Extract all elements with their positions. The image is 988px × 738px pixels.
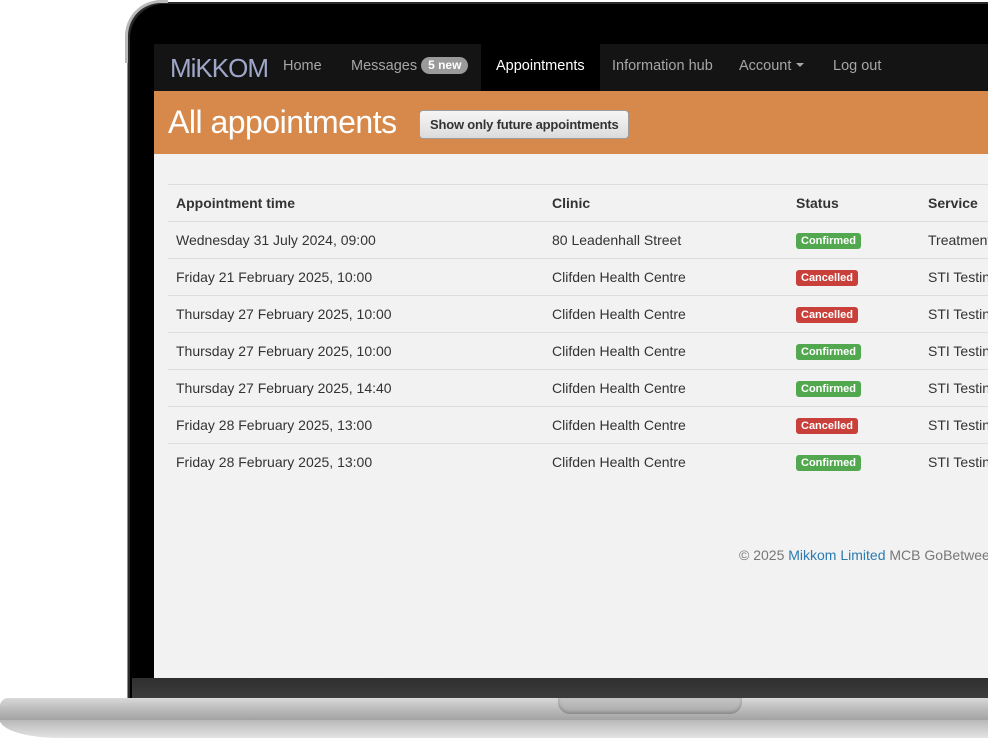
appointment-clinic: Clifden Health Centre [544, 406, 788, 444]
nav-home-label: Home [283, 58, 322, 74]
footer-copyright: © 2025 [739, 547, 785, 563]
appointment-time: Thursday 27 February 2025, 10:00 [168, 332, 544, 370]
status-badge: Cancelled [796, 307, 858, 323]
appointment-clinic: Clifden Health Centre [544, 443, 788, 480]
nav-account-dropdown[interactable]: Account [724, 44, 819, 91]
nav-information-hub[interactable]: Information hub [597, 44, 728, 91]
column-header-time: Appointment time [168, 184, 544, 222]
appointment-time: Friday 21 February 2025, 10:00 [168, 258, 544, 296]
status-badge: Cancelled [796, 418, 858, 434]
nav-appointments[interactable]: Appointments [481, 44, 600, 91]
appointment-status: Cancelled [788, 406, 920, 444]
messages-count-badge: 5 new [421, 57, 469, 74]
nav-account-label: Account [739, 58, 792, 74]
appointment-service: Treatment [920, 221, 988, 259]
table-row[interactable]: Thursday 27 February 2025, 10:00 Clifden… [168, 295, 988, 333]
table-row[interactable]: Thursday 27 February 2025, 10:00 Clifden… [168, 332, 988, 370]
appointment-time: Thursday 27 February 2025, 10:00 [168, 295, 544, 333]
table-row[interactable]: Friday 21 February 2025, 10:00 Clifden H… [168, 258, 988, 296]
nav-logout-label: Log out [833, 58, 882, 74]
appointment-time: Friday 28 February 2025, 13:00 [168, 443, 544, 480]
appointment-clinic: Clifden Health Centre [544, 332, 788, 370]
appointment-status: Confirmed [788, 221, 920, 259]
table-row[interactable]: Friday 28 February 2025, 13:00 Clifden H… [168, 406, 988, 444]
appointment-time: Thursday 27 February 2025, 14:40 [168, 369, 544, 407]
appointment-service: STI Testing [920, 443, 988, 480]
page-footer: © 2025 Mikkom Limited MCB GoBetween [739, 547, 988, 563]
nav-messages-label: Messages [351, 58, 418, 74]
appointment-time: Wednesday 31 July 2024, 09:00 [168, 221, 544, 259]
brand-logo[interactable]: MiKKOM [170, 53, 269, 84]
appointment-time: Friday 28 February 2025, 13:00 [168, 406, 544, 444]
appointment-status: Cancelled [788, 295, 920, 333]
nav-home[interactable]: Home [268, 44, 337, 91]
status-badge: Confirmed [796, 381, 861, 397]
table-row[interactable]: Wednesday 31 July 2024, 09:00 80 Leadenh… [168, 221, 988, 259]
appointment-clinic: Clifden Health Centre [544, 295, 788, 333]
status-badge: Confirmed [796, 344, 861, 360]
appointments-table: Appointment time Clinic Status Service W… [168, 184, 988, 480]
nav-appointments-label: Appointments [496, 58, 585, 74]
column-header-clinic: Clinic [544, 184, 788, 222]
appointment-service: STI Testing [920, 369, 988, 407]
appointment-service: STI Testing [920, 258, 988, 296]
nav-information-hub-label: Information hub [612, 58, 713, 74]
appointment-service: STI Testing [920, 406, 988, 444]
page-header: All appointments Show only future appoin… [154, 91, 988, 154]
appointment-service: STI Testing [920, 332, 988, 370]
table-row[interactable]: Thursday 27 February 2025, 14:40 Clifden… [168, 369, 988, 407]
status-badge: Cancelled [796, 270, 858, 286]
appointment-clinic: Clifden Health Centre [544, 369, 788, 407]
caret-down-icon [796, 63, 805, 67]
table-header-row: Appointment time Clinic Status Service [168, 184, 988, 222]
page-title: All appointments [168, 104, 397, 140]
laptop-notch [558, 698, 742, 714]
footer-product: MCB GoBetween [889, 547, 988, 563]
top-navbar: MiKKOM Home Messages 5 new Appointments I… [154, 44, 988, 91]
appointment-status: Cancelled [788, 258, 920, 296]
status-badge: Confirmed [796, 455, 861, 471]
show-future-appointments-button[interactable]: Show only future appointments [419, 110, 630, 139]
nav-messages[interactable]: Messages 5 new [336, 44, 483, 91]
appointment-clinic: 80 Leadenhall Street [544, 221, 788, 259]
app-screen: MiKKOM Home Messages 5 new Appointments I… [154, 44, 988, 678]
column-header-service: Service [920, 184, 988, 222]
appointment-status: Confirmed [788, 369, 920, 407]
status-badge: Confirmed [796, 233, 861, 249]
column-header-status: Status [788, 184, 920, 222]
laptop-hinge [132, 678, 988, 698]
appointment-clinic: Clifden Health Centre [544, 258, 788, 296]
table-row[interactable]: Friday 28 February 2025, 13:00 Clifden H… [168, 443, 988, 480]
appointment-status: Confirmed [788, 443, 920, 480]
nav-logout[interactable]: Log out [818, 44, 896, 91]
footer-company-link[interactable]: Mikkom Limited [788, 547, 885, 563]
appointment-service: STI Testing [920, 295, 988, 333]
laptop-base [0, 698, 988, 738]
appointment-status: Confirmed [788, 332, 920, 370]
